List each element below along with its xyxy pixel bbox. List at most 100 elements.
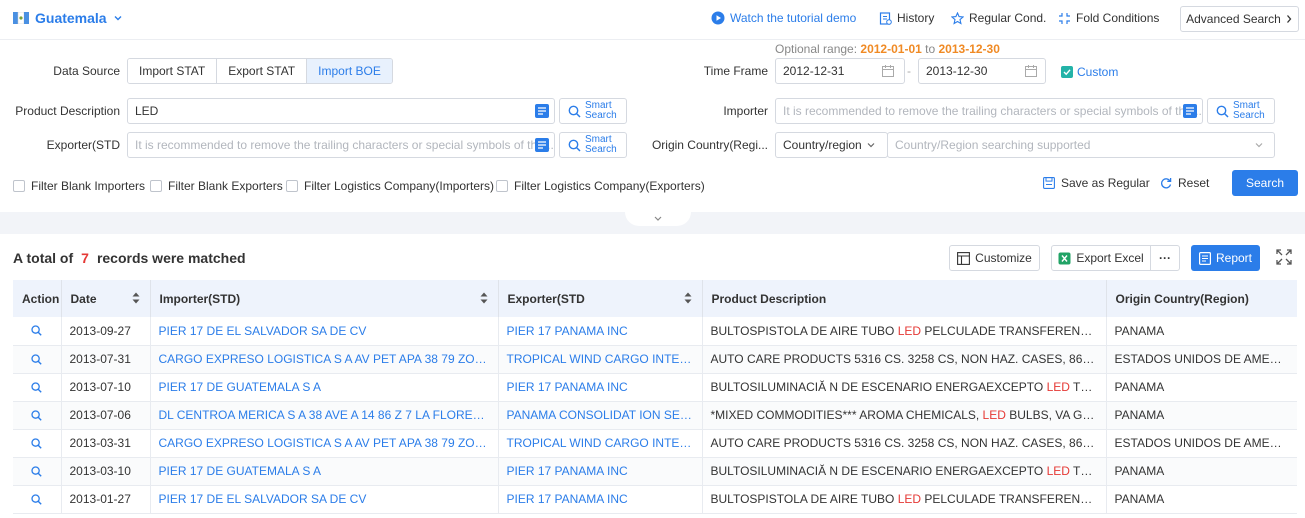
collapse-toggle[interactable] — [625, 212, 691, 226]
exporter-link[interactable]: TROPICAL WIND CARGO INTERNAT... — [498, 345, 703, 374]
keyword-tag-icon[interactable] — [535, 104, 549, 118]
search-icon[interactable] — [31, 325, 42, 336]
table-row: 2013-03-31 CARGO EXPRESO LOGISTICA S A A… — [13, 429, 1297, 458]
column-header-product-description: Product Description — [702, 280, 1107, 317]
product-description-value: LED — [135, 104, 159, 118]
column-header-date[interactable]: Date — [61, 280, 151, 317]
action-cell[interactable] — [13, 373, 62, 402]
custom-range-toggle[interactable]: Custom — [1061, 65, 1118, 79]
importer-link[interactable]: DL CENTROA MERICA S A 38 AVE A 14 86 Z 7… — [150, 401, 499, 430]
filter-logistics-exporters-checkbox[interactable]: Filter Logistics Company(Exporters) — [496, 179, 705, 193]
report-button[interactable]: Report — [1191, 245, 1260, 271]
save-as-regular-button[interactable]: Save as Regular — [1043, 176, 1150, 190]
exporter-link[interactable]: PIER 17 PANAMA INC — [498, 373, 703, 402]
action-cell[interactable] — [13, 429, 62, 458]
exporter-link[interactable]: PIER 17 PANAMA INC — [498, 317, 703, 346]
exporter-link[interactable]: PANAMA CONSOLIDAT ION SERVIC... — [498, 401, 703, 430]
smart-search-line2: Search — [585, 144, 617, 155]
table-row: 2013-03-10 PIER 17 DE GUATEMALA S A PIER… — [13, 457, 1297, 486]
desc-highlight: LED — [1046, 380, 1070, 394]
column-label: Origin Country(Region) — [1115, 291, 1249, 306]
column-header-importer[interactable]: Importer(STD) — [150, 280, 499, 317]
filter-logistics-importers-checkbox[interactable]: Filter Logistics Company(Importers) — [286, 179, 494, 193]
data-source-import-boe[interactable]: Import BOE — [307, 59, 392, 83]
importer-smart-search-button[interactable]: Smart Search — [1207, 98, 1275, 124]
importer-link[interactable]: CARGO EXPRESO LOGISTICA S A AV PET APA 3… — [150, 345, 499, 374]
more-options-button[interactable]: ··· — [1150, 245, 1180, 271]
country-selector[interactable]: Guatemala — [13, 10, 123, 26]
action-cell[interactable] — [13, 401, 62, 430]
date-end-value: 2013-12-30 — [926, 64, 988, 78]
search-icon[interactable] — [31, 353, 42, 365]
origin-cell: ESTADOS UNIDOS DE AMERICA — [1106, 345, 1297, 374]
search-icon[interactable] — [31, 493, 42, 505]
chevron-down-icon — [114, 16, 122, 21]
checkbox-box — [496, 180, 508, 192]
product-description-input[interactable]: LED — [127, 98, 555, 124]
exporter-link[interactable]: PIER 17 PANAMA INC — [498, 485, 703, 514]
excel-icon — [1058, 252, 1071, 264]
reset-button[interactable]: Reset — [1160, 176, 1209, 190]
total-count: 7 — [81, 250, 89, 266]
desc-highlight: LED — [1046, 464, 1070, 478]
search-icon[interactable] — [31, 437, 42, 449]
importer-link[interactable]: PIER 17 DE GUATEMALA S A — [150, 373, 499, 402]
origin-country-input[interactable]: Country/Region searching supported — [887, 132, 1275, 158]
desc-highlight: LED — [982, 408, 1006, 422]
search-icon[interactable] — [31, 381, 42, 393]
importer-input[interactable]: It is recommended to remove the trailing… — [775, 98, 1203, 124]
history-link[interactable]: History — [879, 11, 934, 25]
customize-button[interactable]: Customize — [949, 245, 1040, 271]
desc-text: BULTOSILUMINACIĂ N DE ESCENARIO ENERGAEX… — [710, 464, 1047, 478]
export-excel-button[interactable]: Export Excel — [1051, 245, 1151, 271]
tutorial-link-label: Watch the tutorial demo — [730, 11, 857, 25]
product-description-cell: BULTOSILUMINACIĂ N DE ESCENARIO ENERGAEX… — [702, 457, 1107, 486]
search-icon — [568, 105, 581, 118]
calendar-icon — [882, 65, 894, 77]
product-description-cell: BULTOSPISTOLA DE AIRE TUBO LED PELCULADE… — [702, 485, 1107, 514]
importer-link[interactable]: PIER 17 DE GUATEMALA S A — [150, 457, 499, 486]
sort-icon[interactable] — [684, 292, 692, 304]
desc-text: PELCULADE TRANSFERENCIA DE CAL... — [924, 323, 1105, 338]
advanced-search-button[interactable]: Advanced Search — [1180, 6, 1299, 32]
product-smart-search-button[interactable]: Smart Search — [559, 98, 627, 124]
save-icon — [1043, 177, 1055, 189]
action-cell[interactable] — [13, 317, 62, 346]
desc-text: TUBO PAPEL ... — [1073, 464, 1106, 478]
data-source-import-stat[interactable]: Import STAT — [128, 59, 218, 83]
fold-conditions-link[interactable]: Fold Conditions — [1058, 11, 1159, 25]
filter-blank-importers-checkbox[interactable]: Filter Blank Importers — [13, 179, 145, 193]
action-cell[interactable] — [13, 345, 62, 374]
customize-icon — [957, 251, 971, 265]
product-description-cell: BULTOSILUMINACIĂ N DE ESCENARIO ENERGAEX… — [702, 373, 1107, 402]
keyword-tag-icon[interactable] — [535, 138, 549, 152]
keyword-tag-icon[interactable] — [1183, 104, 1197, 118]
action-cell[interactable] — [13, 457, 62, 486]
filter-blank-exporters-checkbox[interactable]: Filter Blank Exporters — [150, 179, 283, 193]
sort-icon[interactable] — [132, 292, 140, 304]
desc-text: BULTOSPISTOLA DE AIRE TUBO — [710, 492, 898, 506]
data-source-export-stat[interactable]: Export STAT — [217, 59, 308, 83]
exporter-link[interactable]: TROPICAL WIND CARGO INTERNAT... — [498, 429, 703, 458]
chevron-right-icon — [1286, 15, 1292, 23]
regular-cond-link[interactable]: Regular Cond. — [951, 11, 1046, 25]
search-button[interactable]: Search — [1232, 170, 1298, 196]
importer-link[interactable]: CARGO EXPRESO LOGISTICA S A AV PET APA 3… — [150, 429, 499, 458]
search-icon[interactable] — [31, 409, 42, 421]
sort-icon[interactable] — [480, 292, 488, 304]
origin-cell: PANAMA — [1106, 485, 1297, 514]
action-cell[interactable] — [13, 485, 62, 514]
desc-text: TUBO PAPEL ... — [1073, 380, 1106, 394]
importer-link[interactable]: PIER 17 DE EL SALVADOR SA DE CV — [150, 485, 499, 514]
fullscreen-icon[interactable] — [1276, 249, 1292, 265]
importer-link[interactable]: PIER 17 DE EL SALVADOR SA DE CV — [150, 317, 499, 346]
time-frame-label: Time Frame — [703, 64, 768, 78]
column-header-exporter[interactable]: Exporter(STD — [498, 280, 703, 317]
date-cell: 2013-07-31 — [61, 345, 151, 374]
exporter-link[interactable]: PIER 17 PANAMA INC — [498, 457, 703, 486]
tutorial-link[interactable]: Watch the tutorial demo — [711, 11, 856, 25]
exporter-input[interactable]: It is recommended to remove the trailing… — [127, 132, 555, 158]
search-icon[interactable] — [31, 465, 42, 477]
total-suffix: records were matched — [96, 250, 246, 266]
exporter-smart-search-button[interactable]: Smart Search — [559, 132, 627, 158]
